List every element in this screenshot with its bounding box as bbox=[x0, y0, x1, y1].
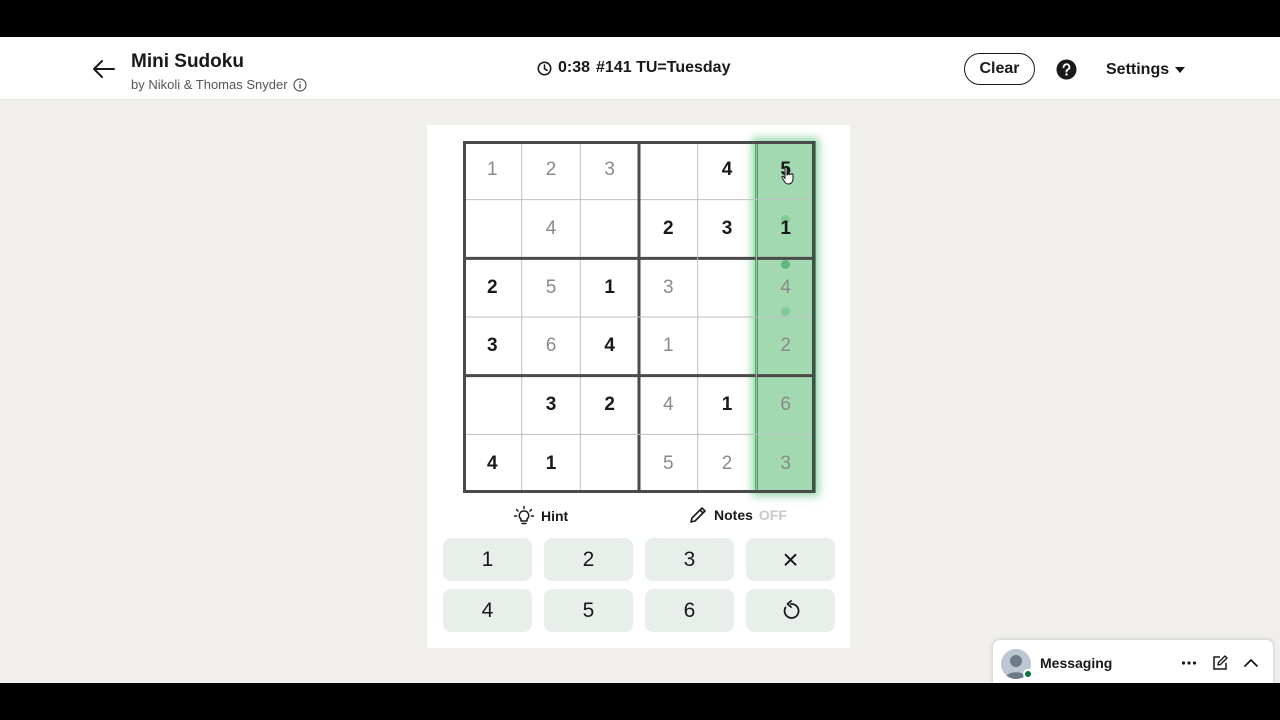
online-status-dot bbox=[1023, 669, 1033, 679]
notes-toggle[interactable]: Notes OFF bbox=[688, 505, 787, 525]
sudoku-cell[interactable] bbox=[463, 376, 522, 435]
sudoku-cell[interactable]: 6 bbox=[756, 376, 815, 435]
sudoku-cell[interactable]: 3 bbox=[463, 317, 522, 376]
sudoku-cell[interactable]: 1 bbox=[756, 200, 815, 259]
lightbulb-icon bbox=[513, 505, 535, 525]
app-frame: Mini Sudoku by Nikoli & Thomas Snyder 0:… bbox=[0, 37, 1280, 683]
game-header: Mini Sudoku by Nikoli & Thomas Snyder 0:… bbox=[0, 37, 1280, 100]
timer: 0:38 bbox=[558, 59, 591, 76]
more-options-icon[interactable] bbox=[1180, 654, 1198, 672]
sudoku-cell[interactable] bbox=[698, 258, 757, 317]
erase-button[interactable]: × bbox=[746, 538, 835, 581]
compose-icon[interactable] bbox=[1211, 654, 1229, 672]
hint-button[interactable]: Hint bbox=[513, 505, 568, 527]
sudoku-cell[interactable]: 2 bbox=[698, 434, 757, 493]
number-key-4[interactable]: 4 bbox=[443, 589, 532, 632]
undo-button[interactable] bbox=[746, 589, 835, 632]
sudoku-cell[interactable]: 2 bbox=[580, 376, 639, 435]
sudoku-cell[interactable] bbox=[698, 317, 757, 376]
mouse-pointer-icon bbox=[781, 166, 794, 185]
sudoku-grid: 12345423125134364123241641523 bbox=[463, 141, 816, 493]
notes-state: OFF bbox=[758, 507, 787, 523]
sudoku-cell[interactable]: 2 bbox=[463, 258, 522, 317]
game-panel: 12345423125134364123241641523 Hint Notes… bbox=[427, 125, 850, 648]
sudoku-cell[interactable]: 4 bbox=[522, 200, 581, 259]
back-arrow-icon[interactable] bbox=[90, 55, 118, 83]
sudoku-cell[interactable] bbox=[463, 200, 522, 259]
number-key-3[interactable]: 3 bbox=[645, 538, 734, 581]
sudoku-cell[interactable]: 1 bbox=[522, 434, 581, 493]
sudoku-cell[interactable]: 4 bbox=[580, 317, 639, 376]
sudoku-cell[interactable]: 2 bbox=[756, 317, 815, 376]
sudoku-cell[interactable]: 5 bbox=[522, 258, 581, 317]
sudoku-cell[interactable]: 1 bbox=[463, 141, 522, 200]
number-key-2[interactable]: 2 bbox=[544, 538, 633, 581]
sudoku-cell[interactable]: 4 bbox=[756, 258, 815, 317]
sudoku-cell[interactable]: 6 bbox=[522, 317, 581, 376]
sudoku-cell[interactable]: 3 bbox=[522, 376, 581, 435]
pencil-icon bbox=[690, 507, 706, 523]
undo-icon bbox=[783, 599, 799, 619]
sudoku-cell[interactable]: 4 bbox=[463, 434, 522, 493]
sudoku-cell[interactable]: 2 bbox=[639, 200, 698, 259]
sudoku-cell[interactable]: 5 bbox=[639, 434, 698, 493]
sudoku-cell[interactable]: 4 bbox=[639, 376, 698, 435]
messaging-bar[interactable]: Messaging bbox=[992, 639, 1274, 683]
number-key-6[interactable]: 6 bbox=[645, 589, 734, 632]
hint-label: Hint bbox=[541, 508, 569, 524]
messaging-label: Messaging bbox=[1040, 655, 1113, 671]
sudoku-cell[interactable]: 1 bbox=[639, 317, 698, 376]
caret-down-icon bbox=[1175, 67, 1186, 73]
sudoku-cell[interactable]: 3 bbox=[639, 258, 698, 317]
sudoku-cell[interactable]: 1 bbox=[580, 258, 639, 317]
clear-button[interactable]: Clear bbox=[964, 53, 1035, 85]
sudoku-cell[interactable] bbox=[580, 200, 639, 259]
sudoku-cell[interactable]: 2 bbox=[522, 141, 581, 200]
number-key-1[interactable]: 1 bbox=[443, 538, 532, 581]
timer-and-puzzle: 0:38 #141 TU=Tuesday bbox=[537, 59, 730, 77]
clock-icon bbox=[537, 61, 552, 75]
sudoku-cell[interactable]: 3 bbox=[756, 434, 815, 493]
game-title: Mini Sudoku bbox=[131, 51, 244, 72]
info-icon[interactable] bbox=[292, 77, 307, 92]
sudoku-cell[interactable]: 1 bbox=[698, 376, 757, 435]
byline-text: by Nikoli & Thomas Snyder bbox=[131, 77, 288, 92]
number-key-5[interactable]: 5 bbox=[544, 589, 633, 632]
settings-label: Settings bbox=[1106, 61, 1170, 78]
sudoku-cell[interactable] bbox=[639, 141, 698, 200]
notes-label: Notes bbox=[714, 507, 753, 523]
sudoku-cell[interactable] bbox=[580, 434, 639, 493]
puzzle-number: #141 TU=Tuesday bbox=[596, 59, 731, 76]
game-byline: by Nikoli & Thomas Snyder bbox=[131, 77, 307, 92]
game-controls: Hint Notes OFF bbox=[427, 503, 850, 527]
help-icon[interactable] bbox=[1056, 59, 1077, 80]
sudoku-cell[interactable]: 3 bbox=[698, 200, 757, 259]
settings-dropdown[interactable]: Settings bbox=[1106, 61, 1186, 79]
sudoku-cell[interactable]: 3 bbox=[580, 141, 639, 200]
chevron-up-icon[interactable] bbox=[1242, 654, 1260, 672]
sudoku-cell[interactable]: 4 bbox=[698, 141, 757, 200]
